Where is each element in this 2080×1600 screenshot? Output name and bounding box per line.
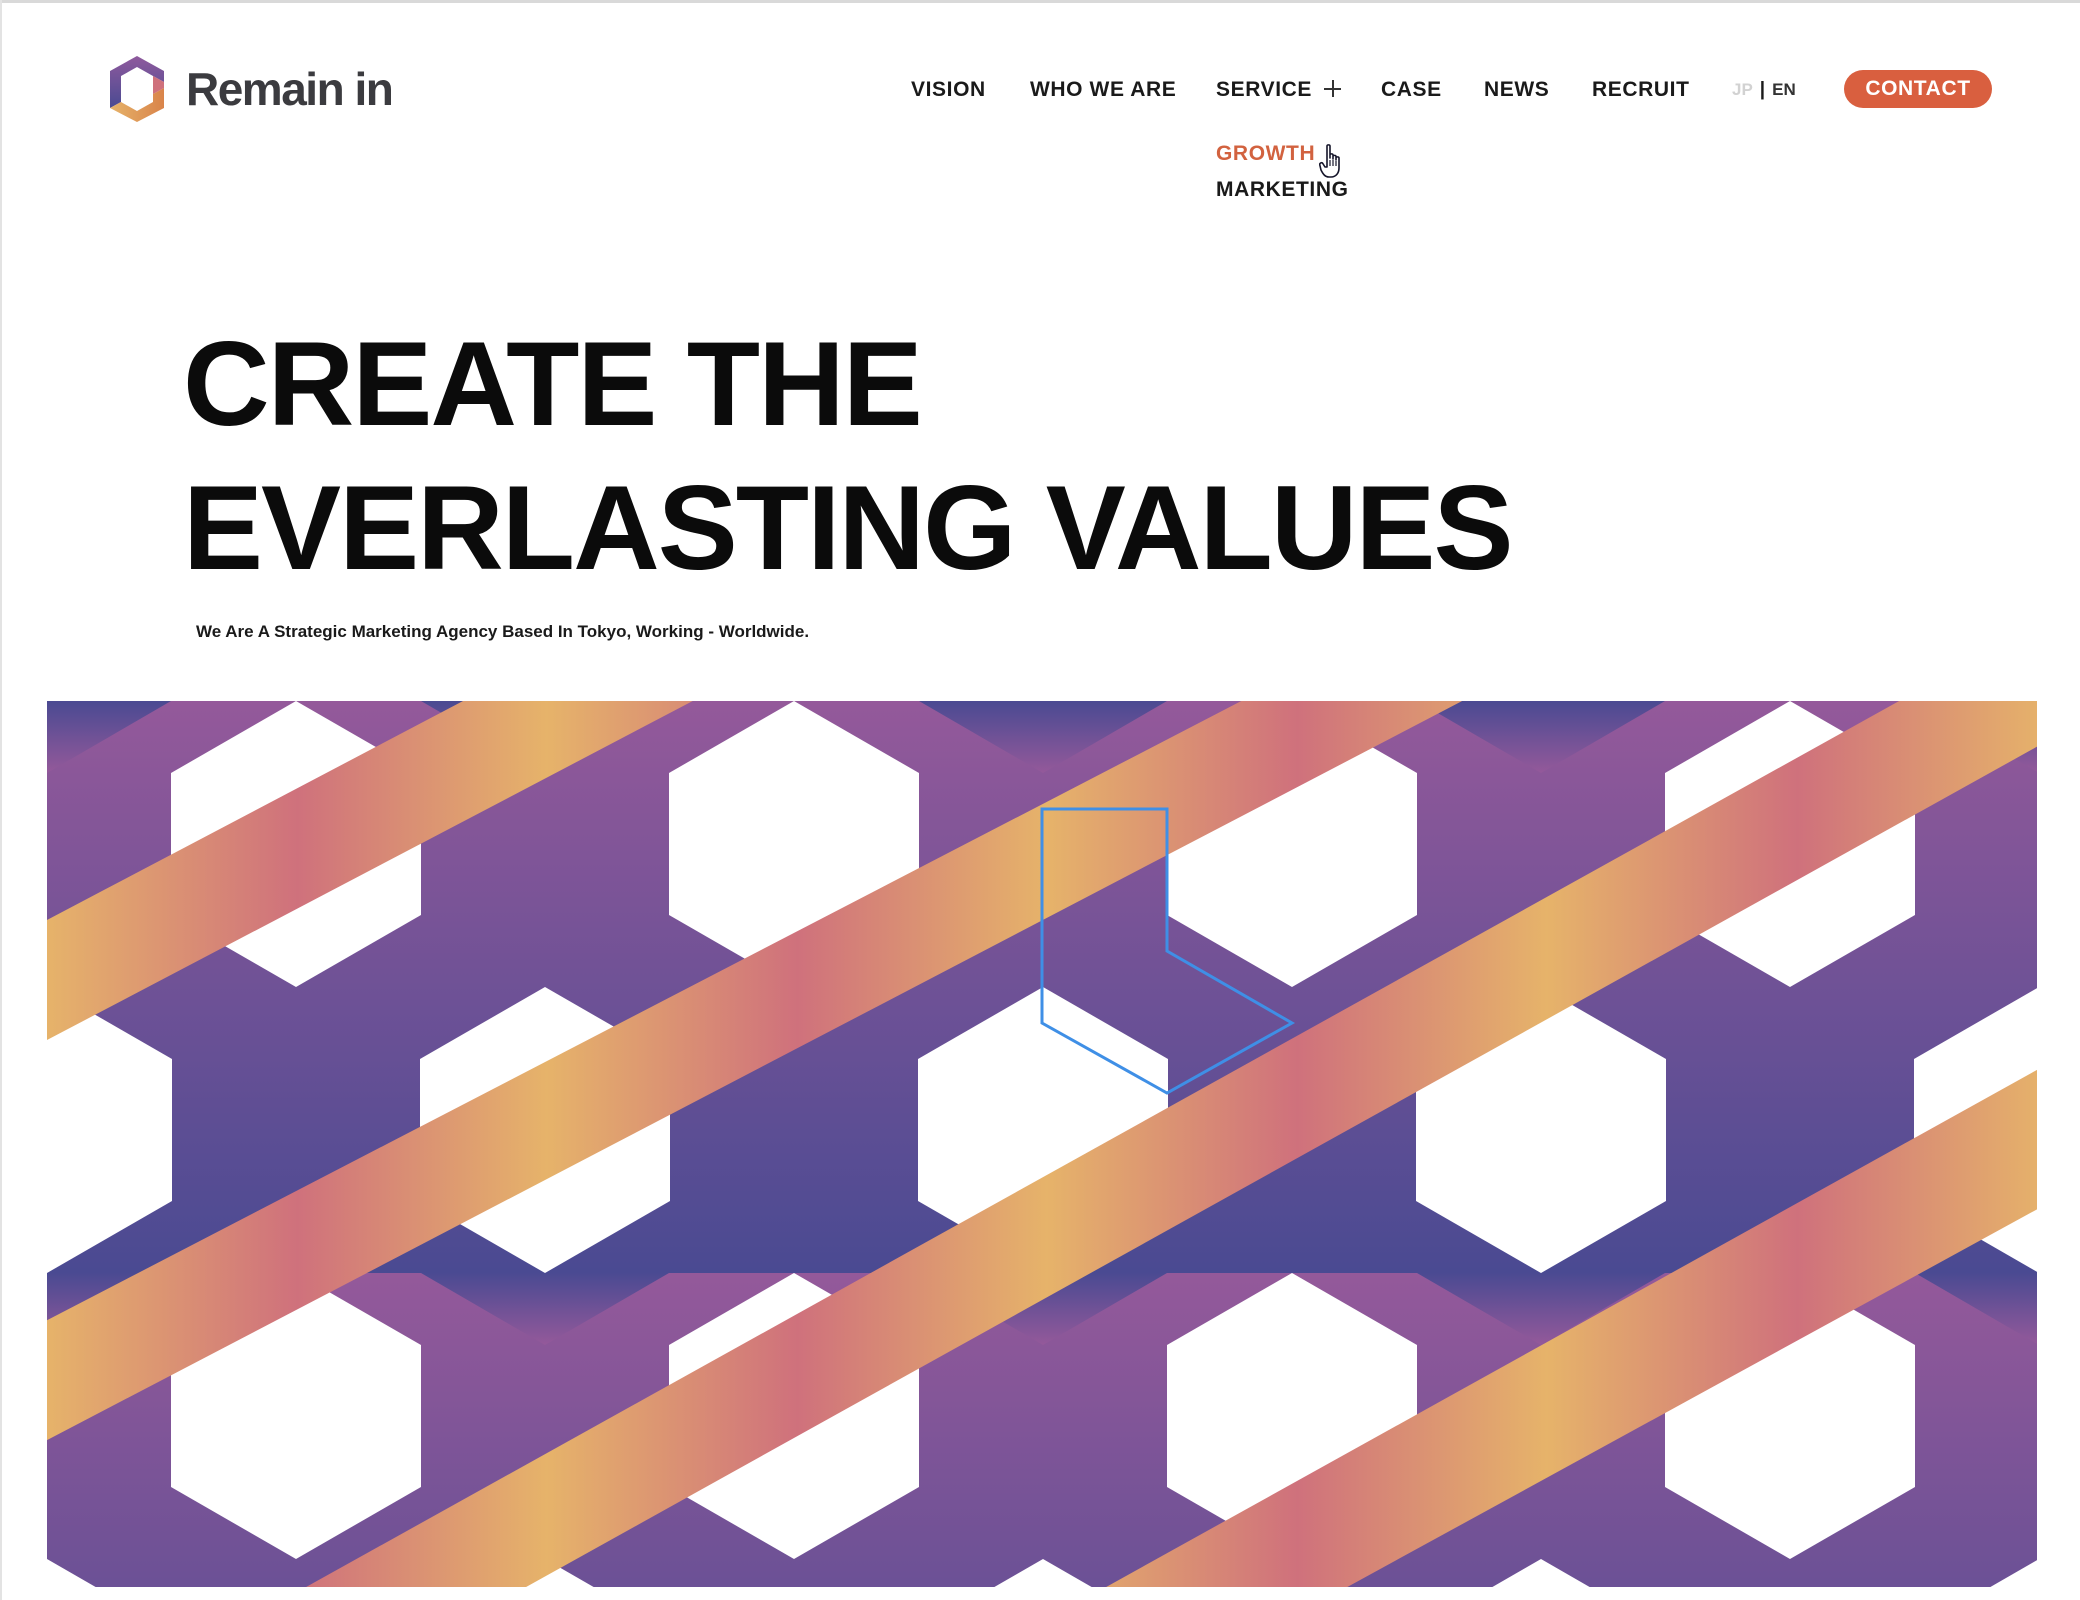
nav-item-recruit[interactable]: RECRUIT [1592, 74, 1690, 106]
window-left-edge [0, 0, 2, 1600]
hero-tagline: We Are A Strategic Marketing Agency Base… [196, 622, 810, 641]
hexagon-ribbon-pattern [47, 701, 2037, 1587]
contact-button[interactable]: CONTACT [1844, 70, 1992, 108]
nav-item-service-label: SERVICE [1216, 78, 1313, 101]
nav-item-vision[interactable]: VISION [911, 74, 986, 106]
hand-pointer-icon [1319, 144, 1340, 178]
window-top-edge [0, 0, 2080, 3]
hero-title-line-2: EVERLASTING VALUES [183, 461, 1514, 595]
plus-icon [1324, 80, 1342, 97]
nav-item-who-we-are[interactable]: WHO WE ARE [1030, 74, 1176, 106]
lang-separator: | [1759, 79, 1766, 100]
lang-en-link[interactable]: EN [1772, 80, 1796, 99]
nav-item-service[interactable]: SERVICE [1216, 74, 1342, 106]
nav-item-case[interactable]: CASE [1381, 74, 1442, 106]
nav-item-news[interactable]: NEWS [1484, 74, 1549, 106]
hero-title: CREATE THE EVERLASTING VALUES [183, 312, 1514, 600]
language-switcher: JP | EN [1732, 74, 1796, 106]
hero-title-line-1: CREATE THE [183, 317, 923, 451]
main-nav: VISION WHO WE ARE SERVICE CASE NEWS RECR… [0, 74, 2080, 106]
lang-jp-link[interactable]: JP [1732, 80, 1753, 99]
